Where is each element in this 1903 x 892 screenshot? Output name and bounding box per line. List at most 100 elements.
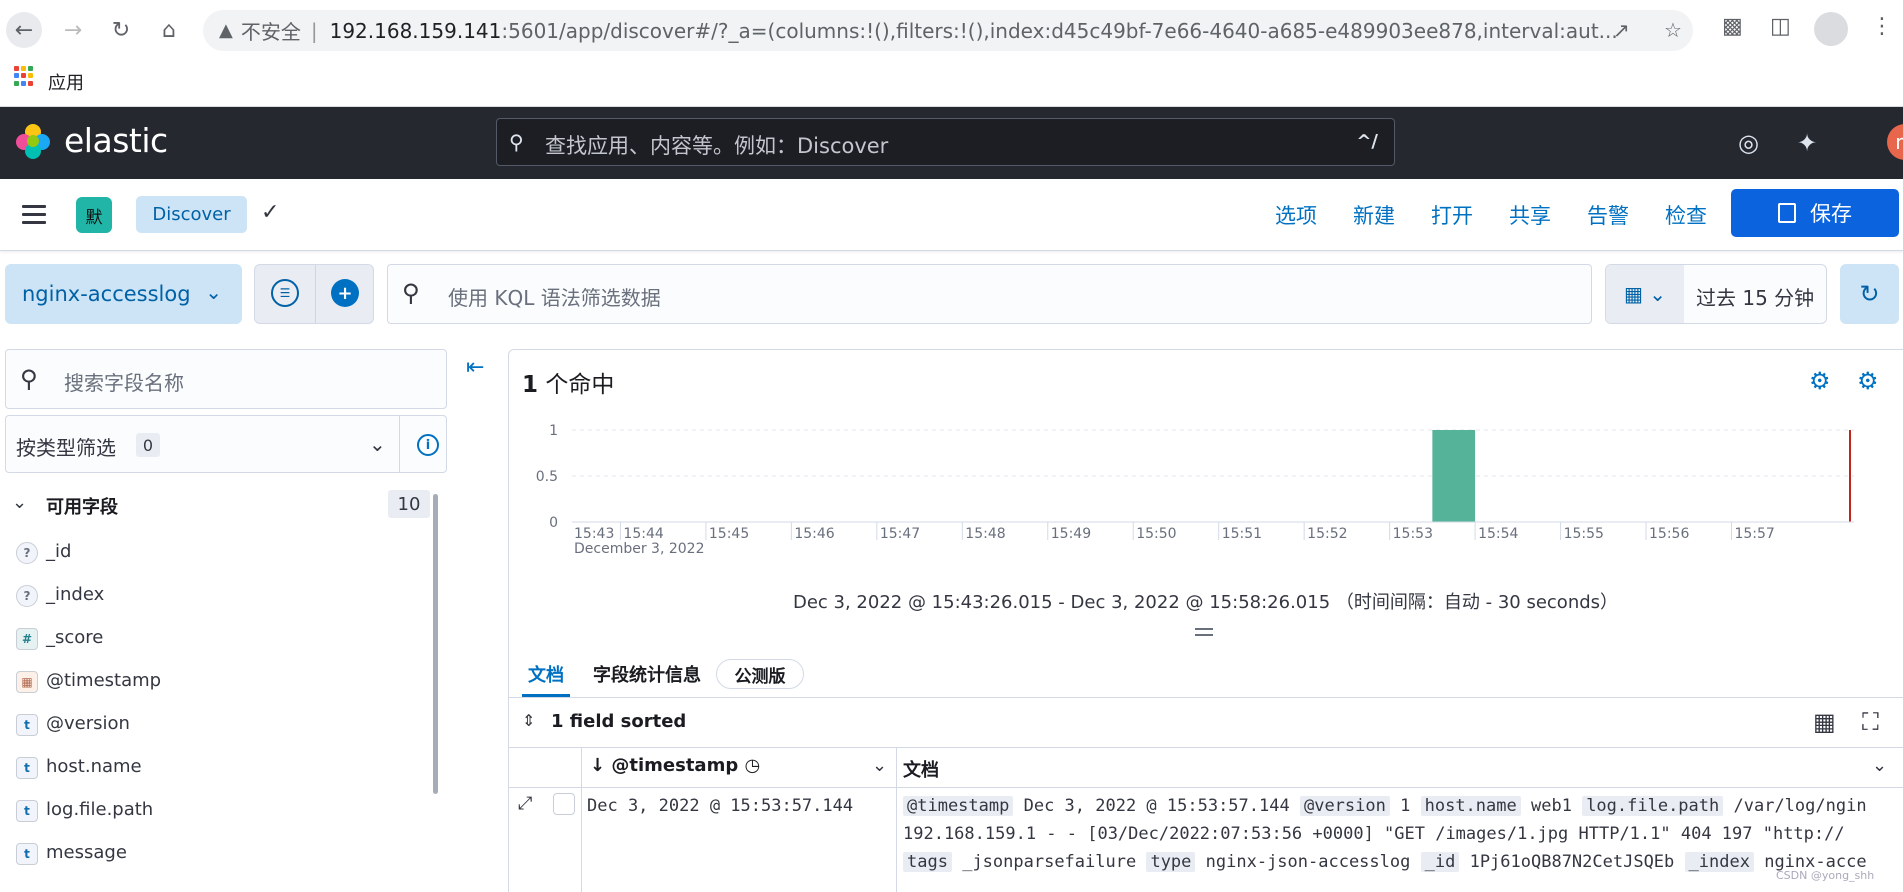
field-item-host-name[interactable]: t host.name (16, 753, 416, 783)
available-fields-count: 10 (388, 490, 430, 518)
sort-icon[interactable]: ⇕ (522, 711, 535, 730)
chevron-down-icon[interactable]: ⌄ (1872, 755, 1887, 776)
doc-key: tags (903, 852, 952, 872)
row-checkbox[interactable] (553, 793, 575, 815)
field-item-version[interactable]: t @version (16, 710, 416, 740)
inspect-link[interactable]: 检查 (1665, 200, 1707, 230)
menu-kebab-icon[interactable]: ⋮ (1871, 14, 1893, 39)
news-feed-icon[interactable]: ✦ (1797, 129, 1817, 157)
options-link[interactable]: 选项 (1275, 200, 1317, 230)
string-type-icon: t (16, 714, 38, 736)
column-timestamp-label: @timestamp (611, 755, 739, 776)
sidebar-scrollbar[interactable] (433, 494, 438, 794)
profile-avatar[interactable] (1814, 12, 1848, 46)
available-fields-title: 可用字段 (46, 497, 118, 518)
home-icon[interactable]: ⌂ (151, 12, 187, 48)
space-avatar[interactable]: 默 (76, 197, 112, 233)
doc-value: nginx-json-accesslog (1205, 852, 1411, 872)
address-bar[interactable]: ▲ 不安全 | 192.168.159.141 :5601/app/discov… (203, 10, 1693, 51)
column-separator (896, 748, 897, 892)
save-button[interactable]: 保存 (1731, 189, 1899, 237)
share-icon[interactable]: ↗ (1613, 18, 1630, 42)
brand-name[interactable]: elastic (64, 121, 168, 160)
available-fields-header[interactable]: ⌄ 可用字段 10 (10, 490, 430, 520)
breadcrumb-discover[interactable]: Discover (136, 196, 247, 233)
x-tick-label: 15:43 (574, 526, 614, 542)
field-item-message[interactable]: t message (16, 839, 416, 869)
calendar-type-icon: ▦ (16, 671, 38, 693)
chevron-down-icon: ⌄ (12, 492, 28, 513)
x-tick-label: 15:55 (1564, 526, 1604, 542)
refresh-icon[interactable]: ↻ (1840, 264, 1899, 324)
field-item-timestamp[interactable]: ▦ @timestamp (16, 667, 416, 697)
search-icon: ⚲ (509, 130, 524, 154)
kql-query-input[interactable]: ⚲ 使用 KQL 语法筛选数据 (387, 264, 1592, 324)
kql-placeholder: 使用 KQL 语法筛选数据 (448, 286, 661, 310)
open-link[interactable]: 打开 (1431, 200, 1473, 230)
type-filter[interactable]: 按类型筛选 0 ⌄ i (5, 415, 447, 473)
help-icon[interactable]: ◎ (1738, 129, 1759, 157)
data-view-picker[interactable]: nginx-accesslog ⌄ (5, 264, 242, 324)
side-panel-icon[interactable]: ◫ (1770, 14, 1791, 39)
filter-divider (315, 265, 316, 323)
field-item-index[interactable]: ? _index (16, 581, 416, 611)
string-type-icon: t (16, 843, 38, 865)
chevron-down-icon: ⌄ (205, 280, 222, 304)
back-icon[interactable]: ← (6, 12, 42, 48)
doc-key: @timestamp (903, 796, 1014, 816)
extensions-icon[interactable]: ▩ (1722, 14, 1743, 39)
doc-key: _index (1684, 852, 1754, 872)
chevron-down-icon: ⌄ (369, 432, 386, 456)
column-header-timestamp[interactable]: ↓ @timestamp ◷ (590, 755, 760, 776)
field-item-log-file-path[interactable]: t log.file.path (16, 796, 416, 826)
doc-value: Dec 3, 2022 @ 15:53:57.144 (1023, 796, 1290, 816)
add-filter-icon[interactable]: + (331, 279, 359, 307)
reload-icon[interactable]: ↻ (103, 12, 139, 48)
doc-value: /var/log/ngin (1733, 796, 1867, 816)
sort-label[interactable]: 1 field sorted (551, 711, 686, 732)
field-item-id[interactable]: ? _id (16, 538, 416, 568)
date-picker[interactable]: ▦ ⌄ 过去 15 分钟 (1605, 264, 1827, 324)
document-line-2: 192.168.159.1 - - [03/Dec/2022:07:53:56 … (903, 824, 1845, 844)
tab-field-statistics[interactable]: 字段统计信息 (593, 661, 701, 687)
y-tick-label: 1 (549, 423, 558, 439)
info-icon[interactable]: i (417, 434, 439, 456)
gear-icon[interactable]: ⚙ (1857, 367, 1879, 395)
number-type-icon: # (16, 628, 38, 650)
global-search-input[interactable]: ⚲ 查找应用、内容等。例如：Discover ^/ (496, 118, 1395, 166)
interval-note[interactable]: （时间间隔：自动 - 30 seconds） (1336, 592, 1618, 613)
filter-buttons: ☰ + (254, 264, 374, 324)
doc-value: web1 (1530, 796, 1572, 816)
column-header-document[interactable]: 文档 (903, 756, 939, 782)
field-item-score[interactable]: # _score (16, 624, 416, 654)
new-link[interactable]: 新建 (1353, 200, 1395, 230)
y-tick-label: 0 (549, 515, 558, 531)
filter-icon[interactable]: ☰ (271, 279, 299, 307)
fullscreen-icon[interactable]: ⛶ (1862, 708, 1879, 736)
panel-resize-handle[interactable] (1195, 628, 1213, 636)
expand-row-icon[interactable]: ⤢ (518, 793, 532, 814)
chart-options-icon[interactable]: ⚙ (1809, 367, 1831, 395)
time-range-label: 过去 15 分钟 (1696, 286, 1815, 310)
chevron-down-icon[interactable]: ⌄ (872, 755, 887, 776)
field-search-input[interactable]: ⚲ 搜索字段名称 (5, 349, 447, 409)
share-link[interactable]: 共享 (1509, 200, 1551, 230)
histogram-chart[interactable]: 1 0.5 0 15:43 15:44 15:45 15:46 15:47 15:48 15:49… (520, 410, 1880, 580)
field-name: host.name (46, 756, 142, 777)
calendar-icon[interactable]: ▦ ⌄ (1606, 265, 1684, 323)
string-type-icon: t (16, 757, 38, 779)
density-icon[interactable]: ▦ (1813, 708, 1836, 736)
apps-grid-icon[interactable] (14, 66, 34, 86)
field-name: @version (46, 713, 130, 734)
field-name: @timestamp (46, 670, 162, 691)
elastic-logo-icon[interactable] (14, 122, 52, 160)
collapse-sidebar-icon[interactable]: ⇤ (466, 355, 484, 380)
hamburger-menu-icon[interactable] (22, 205, 46, 225)
forward-icon[interactable]: → (55, 12, 91, 48)
url-path: :5601/app/discover#/?_a=(columns:!(),fil… (501, 18, 1618, 43)
bookmark-apps[interactable]: 应用 (48, 69, 84, 95)
alerts-link[interactable]: 告警 (1587, 200, 1629, 230)
tab-documents[interactable]: 文档 (528, 661, 564, 687)
star-icon[interactable]: ☆ (1664, 18, 1682, 42)
document-line-3: tags _jsonparsefailure type nginx-json-a… (903, 852, 1899, 872)
